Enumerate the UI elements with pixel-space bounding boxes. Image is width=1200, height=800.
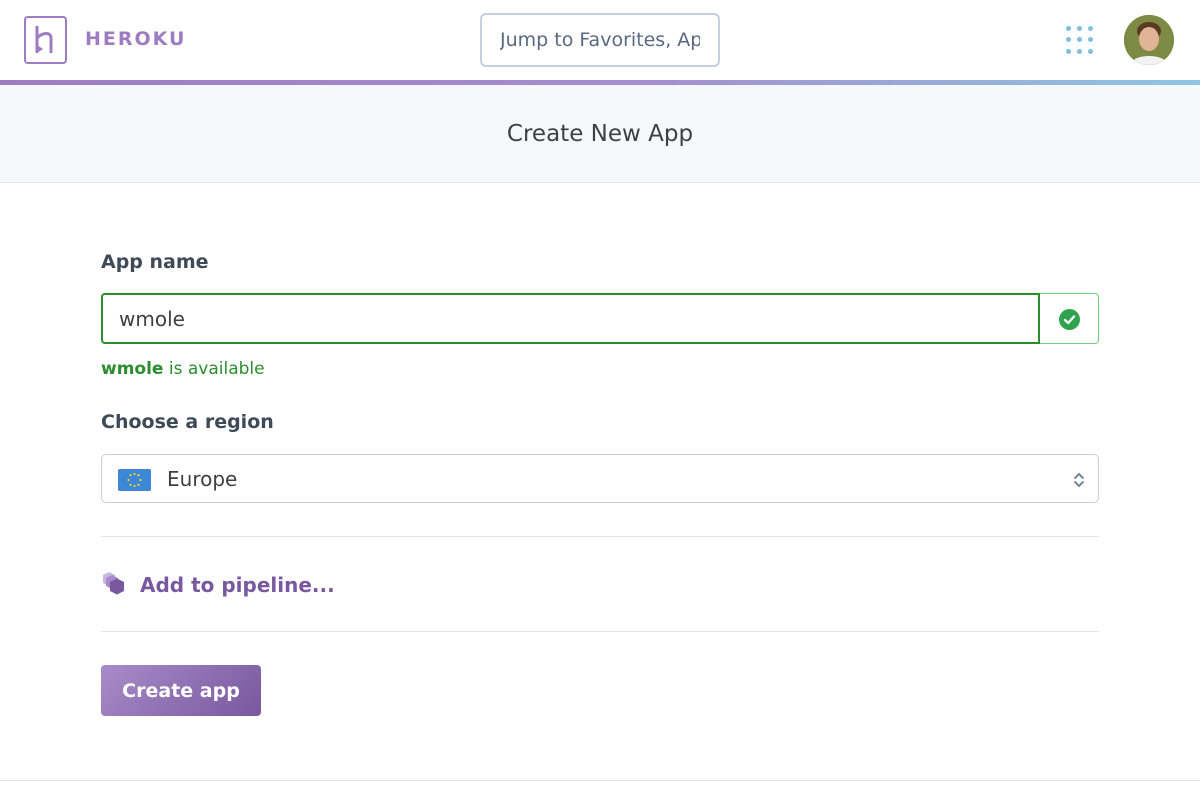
page-header: Create New App: [0, 85, 1200, 183]
eu-flag-icon: [118, 469, 151, 491]
add-to-pipeline-link[interactable]: Add to pipeline...: [101, 571, 335, 599]
search-input[interactable]: [480, 13, 720, 67]
pipeline-link-label[interactable]: Add to pipeline...: [140, 573, 335, 597]
select-chevron-icon: [1074, 472, 1084, 488]
app-name-input[interactable]: [101, 293, 1040, 344]
pipeline-icon: [103, 572, 124, 595]
create-app-button[interactable]: Create app: [101, 665, 261, 716]
section-divider: [101, 631, 1099, 632]
app-name-field-group: [101, 293, 1099, 344]
page-title: Create New App: [506, 121, 694, 147]
heroku-brand[interactable]: HEROKU: [85, 28, 186, 50]
top-nav-bar: HEROKU: [0, 0, 1200, 80]
availability-indicator: [1040, 293, 1099, 344]
check-circle-icon: [1059, 309, 1080, 330]
apps-grid-icon[interactable]: [1066, 26, 1094, 54]
user-avatar[interactable]: [1124, 15, 1174, 65]
region-select[interactable]: Europe: [101, 454, 1099, 503]
heroku-logo-icon[interactable]: [24, 16, 67, 64]
region-selected-value: Europe: [167, 467, 238, 491]
footer-divider: [0, 780, 1200, 781]
availability-suffix: is available: [163, 359, 265, 379]
app-name-label: App name: [101, 251, 209, 273]
availability-app-name: wmole: [101, 359, 164, 379]
region-label: Choose a region: [101, 411, 274, 433]
availability-message: wmole is available: [101, 359, 265, 379]
section-divider: [101, 536, 1099, 537]
